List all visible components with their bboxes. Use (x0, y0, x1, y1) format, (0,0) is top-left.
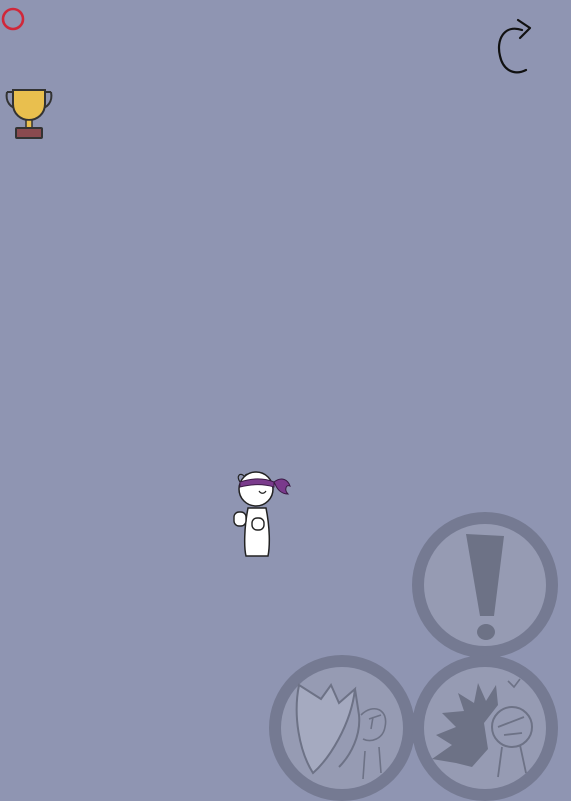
restart-arrow-icon[interactable] (494, 16, 536, 80)
block-button[interactable] (269, 655, 415, 801)
trophy-icon[interactable] (3, 86, 55, 142)
attack-button[interactable] (412, 655, 558, 801)
player-character (233, 471, 291, 557)
shield-block-icon (295, 682, 387, 780)
record-ring-icon (1, 7, 25, 31)
alert-button[interactable] (412, 512, 558, 658)
exclamation-icon (466, 534, 504, 640)
punch-burst-icon (432, 678, 533, 778)
